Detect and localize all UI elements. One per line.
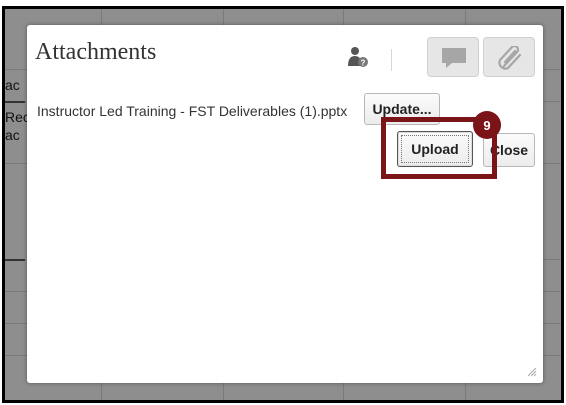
toolbar-separator xyxy=(391,49,392,71)
comment-icon xyxy=(442,48,466,68)
attachments-dialog: Attachments ? Instructor Led Training - … xyxy=(27,25,543,383)
focus-ring xyxy=(401,135,469,163)
upload-button[interactable]: Upload xyxy=(397,131,473,167)
background-text: ac xyxy=(5,77,20,93)
screenshot-frame: ac Rec ac Attachments ? Instructor Led T… xyxy=(2,6,564,403)
attachment-file-name: Instructor Led Training - FST Deliverabl… xyxy=(37,103,348,119)
update-button[interactable]: Update... xyxy=(364,93,440,125)
attach-button[interactable] xyxy=(483,37,535,77)
step-number-badge: 9 xyxy=(473,111,501,139)
comment-button[interactable] xyxy=(427,37,479,77)
paperclip-icon xyxy=(498,46,522,70)
svg-text:?: ? xyxy=(361,59,366,68)
resize-grip-icon[interactable] xyxy=(527,367,537,377)
background-text: ac xyxy=(5,127,20,143)
person-help-icon[interactable]: ? xyxy=(347,46,369,68)
dialog-title: Attachments xyxy=(35,39,157,65)
